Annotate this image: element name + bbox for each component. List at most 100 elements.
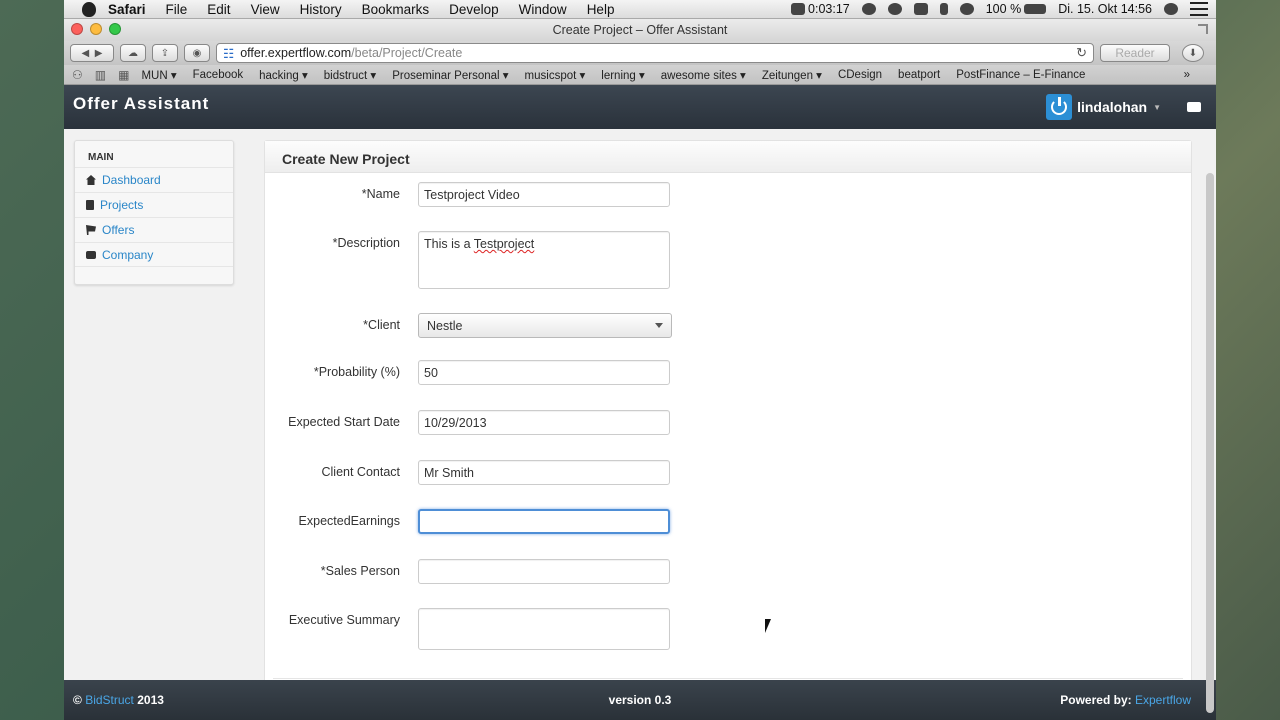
app-brand[interactable]: Offer Assistant <box>73 94 209 114</box>
battery-icon[interactable] <box>1024 4 1047 14</box>
url-host: offer.expertflow.com <box>240 46 352 60</box>
downloads-button[interactable]: ⬇ <box>1182 44 1204 62</box>
expected-earnings-input[interactable] <box>418 509 670 534</box>
reader-button[interactable]: Reader <box>1100 44 1170 62</box>
start-date-label: Expected Start Date <box>288 415 400 429</box>
menubar-tray: 0:03:17 100 % Di. 15. Okt 14:56 <box>779 2 1216 16</box>
page-title: Create New Project <box>265 141 1191 173</box>
site-icon: ☷ <box>223 46 235 61</box>
safari-window: Create Project – Offer Assistant ◀ ▶ ☁ ⇪… <box>64 19 1216 720</box>
sidebar-item-company[interactable]: Company <box>75 242 233 267</box>
window-title: Create Project – Offer Assistant <box>552 23 728 37</box>
bookmark-zeitungen[interactable]: Zeitungen ▾ <box>762 68 822 82</box>
bookmark-beatport[interactable]: beatport <box>898 69 940 81</box>
reading-list-icon[interactable]: ⚇ <box>72 68 83 82</box>
bookmarks-book-icon[interactable]: ▥ <box>95 68 106 82</box>
sidebar-item-projects[interactable]: Projects <box>75 192 233 217</box>
chat-icon[interactable] <box>1187 102 1201 112</box>
clock[interactable]: Di. 15. Okt 14:56 <box>1058 2 1152 16</box>
book-icon <box>86 200 94 210</box>
back-arrow-icon[interactable]: ◀ <box>82 48 90 59</box>
mouse-pointer-icon <box>765 619 771 633</box>
bookmark-lerning[interactable]: lerning ▾ <box>601 68 645 82</box>
page-scrollbar[interactable] <box>1206 173 1214 713</box>
bidstruct-link[interactable]: BidStruct <box>85 693 134 707</box>
description-text: This is a <box>424 237 474 251</box>
sidebar-nav: MAIN Dashboard Projects Offers Company <box>74 140 234 285</box>
start-date-input[interactable] <box>418 410 670 435</box>
menu-view[interactable]: View <box>251 2 280 17</box>
probability-label: *Probability (%) <box>313 365 400 379</box>
minimize-window-button[interactable] <box>90 23 102 35</box>
timemachine-icon[interactable] <box>887 3 902 15</box>
menu-help[interactable]: Help <box>587 2 615 17</box>
fullscreen-icon[interactable] <box>1198 24 1208 34</box>
bookmark-cdesign[interactable]: CDesign <box>838 69 882 81</box>
back-forward-buttons[interactable]: ◀ ▶ <box>70 44 114 62</box>
share-button[interactable]: ⇪ <box>152 44 178 62</box>
probability-input[interactable] <box>418 360 670 385</box>
skype-icon[interactable] <box>861 3 876 15</box>
client-select[interactable]: Nestle <box>418 313 672 338</box>
client-contact-label: Client Contact <box>321 465 400 479</box>
bookmark-proseminar[interactable]: Proseminar Personal ▾ <box>392 68 508 82</box>
user-menu[interactable]: lindalohan ▼ <box>1046 94 1161 120</box>
home-icon <box>86 175 96 185</box>
menu-app-safari[interactable]: Safari <box>108 2 146 17</box>
name-input[interactable] <box>418 182 670 207</box>
window-titlebar: Create Project – Offer Assistant <box>64 19 1216 41</box>
menu-develop[interactable]: Develop <box>449 2 499 17</box>
notification-center-icon[interactable] <box>1190 2 1208 16</box>
close-window-button[interactable] <box>71 23 83 35</box>
cart-icon <box>86 225 96 235</box>
bookmark-bidstruct[interactable]: bidstruct ▾ <box>324 68 376 82</box>
version-label: version 0.3 <box>608 693 672 707</box>
expertflow-link[interactable]: Expertflow <box>1135 693 1191 707</box>
bookmark-hacking[interactable]: hacking ▾ <box>259 68 308 82</box>
executive-summary-label: Executive Summary <box>288 613 400 627</box>
sidebar-item-label: Offers <box>102 223 135 237</box>
form-divider <box>273 678 1183 679</box>
top-sites-grid-icon[interactable]: ▦ <box>118 68 129 82</box>
recording-icon[interactable] <box>791 3 806 15</box>
apple-menu-icon[interactable] <box>82 1 96 17</box>
bluetooth-icon[interactable] <box>939 3 948 15</box>
bookmark-mun[interactable]: MUN ▾ <box>141 68 176 82</box>
power-icon <box>1046 94 1073 120</box>
app-navbar: Offer Assistant lindalohan ▼ <box>64 85 1216 129</box>
zoom-window-button[interactable] <box>109 23 121 35</box>
bookmark-awesome-sites[interactable]: awesome sites ▾ <box>661 68 746 82</box>
bookmark-facebook[interactable]: Facebook <box>193 69 244 81</box>
forward-arrow-icon[interactable]: ▶ <box>95 48 103 59</box>
spotlight-search-icon[interactable] <box>1164 3 1178 15</box>
menu-history[interactable]: History <box>300 2 342 17</box>
reload-icon[interactable]: ↻ <box>1076 45 1087 61</box>
volume-icon[interactable] <box>913 3 928 15</box>
address-bar[interactable]: ☷ offer.expertflow.com /beta/Project/Cre… <box>216 43 1094 63</box>
menu-window[interactable]: Window <box>519 2 567 17</box>
web-page: Offer Assistant lindalohan ▼ MAIN Dashbo… <box>64 85 1216 720</box>
wifi-icon[interactable] <box>959 3 974 15</box>
bookmark-postfinance[interactable]: PostFinance – E-Finance <box>956 69 1085 81</box>
more-bookmarks-icon[interactable]: » <box>1184 69 1190 81</box>
client-label: *Client <box>363 318 400 332</box>
field-row-name: *Name <box>265 182 670 207</box>
menu-edit[interactable]: Edit <box>207 2 230 17</box>
sidebar-item-label: Projects <box>100 198 144 212</box>
bookmark-musicspot[interactable]: musicspot ▾ <box>525 68 586 82</box>
description-textarea[interactable]: This is a Testproject <box>418 231 670 289</box>
menu-file[interactable]: File <box>166 2 188 17</box>
executive-summary-textarea[interactable] <box>418 608 670 650</box>
battery-percent[interactable]: 100 % <box>986 2 1021 16</box>
top-sites-button[interactable]: ◉ <box>184 44 210 62</box>
page-footer: © BidStruct 2013 version 0.3 Powered by:… <box>64 680 1216 720</box>
field-row-start-date: Expected Start Date <box>265 410 670 435</box>
sidebar-item-offers[interactable]: Offers <box>75 217 233 242</box>
sales-person-input[interactable] <box>418 559 670 584</box>
menu-bookmarks[interactable]: Bookmarks <box>362 2 430 17</box>
client-contact-input[interactable] <box>418 460 670 485</box>
download-icon: ⬇ <box>1188 47 1198 59</box>
sidebar-item-dashboard[interactable]: Dashboard <box>75 167 233 192</box>
user-name: lindalohan <box>1077 99 1148 115</box>
icloud-tabs-button[interactable]: ☁ <box>120 44 146 62</box>
